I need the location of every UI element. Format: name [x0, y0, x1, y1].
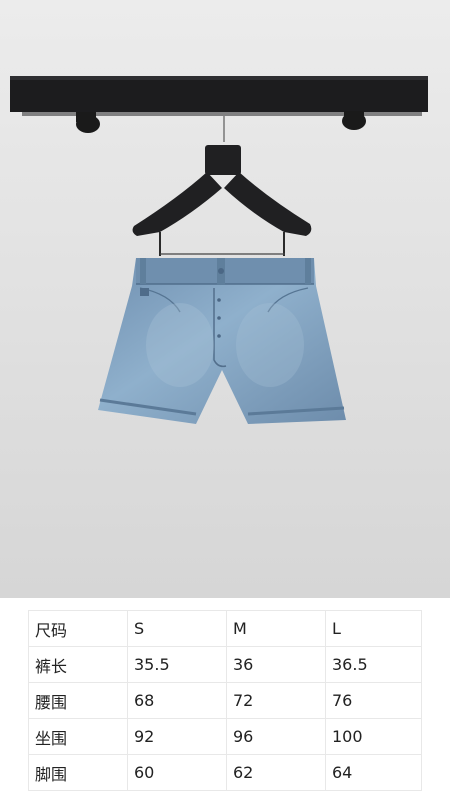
table-cell: 62: [226, 754, 326, 791]
table-cell: 100: [325, 718, 422, 755]
table-cell: 68: [127, 682, 227, 719]
table-row: 坐围 92 96 100: [28, 718, 422, 755]
table-row: 脚围 60 62 64: [28, 754, 422, 791]
table-cell: S: [127, 610, 227, 647]
table-cell: M: [226, 610, 326, 647]
table-cell: 96: [226, 718, 326, 755]
table-cell: 裤长: [28, 646, 128, 683]
table-cell: 36.5: [325, 646, 422, 683]
product-illustration: [0, 0, 450, 598]
table-cell: 76: [325, 682, 422, 719]
table-row: 裤长 35.5 36 36.5: [28, 646, 422, 683]
table-cell: 尺码: [28, 610, 128, 647]
table-cell: 72: [226, 682, 326, 719]
table-cell: 60: [127, 754, 227, 791]
table-cell: 92: [127, 718, 227, 755]
table-cell: 36: [226, 646, 326, 683]
table-cell: 脚围: [28, 754, 128, 791]
table-cell: 64: [325, 754, 422, 791]
product-photo: [0, 0, 450, 598]
table-cell: 腰围: [28, 682, 128, 719]
table-header-row: 尺码 S M L: [28, 610, 422, 647]
table-cell: L: [325, 610, 422, 647]
table-cell: 35.5: [127, 646, 227, 683]
table-row: 腰围 68 72 76: [28, 682, 422, 719]
table-cell: 坐围: [28, 718, 128, 755]
size-chart-table: 尺码 S M L 裤长 35.5 36 36.5 腰围 68 72 76 坐围 …: [28, 610, 422, 791]
